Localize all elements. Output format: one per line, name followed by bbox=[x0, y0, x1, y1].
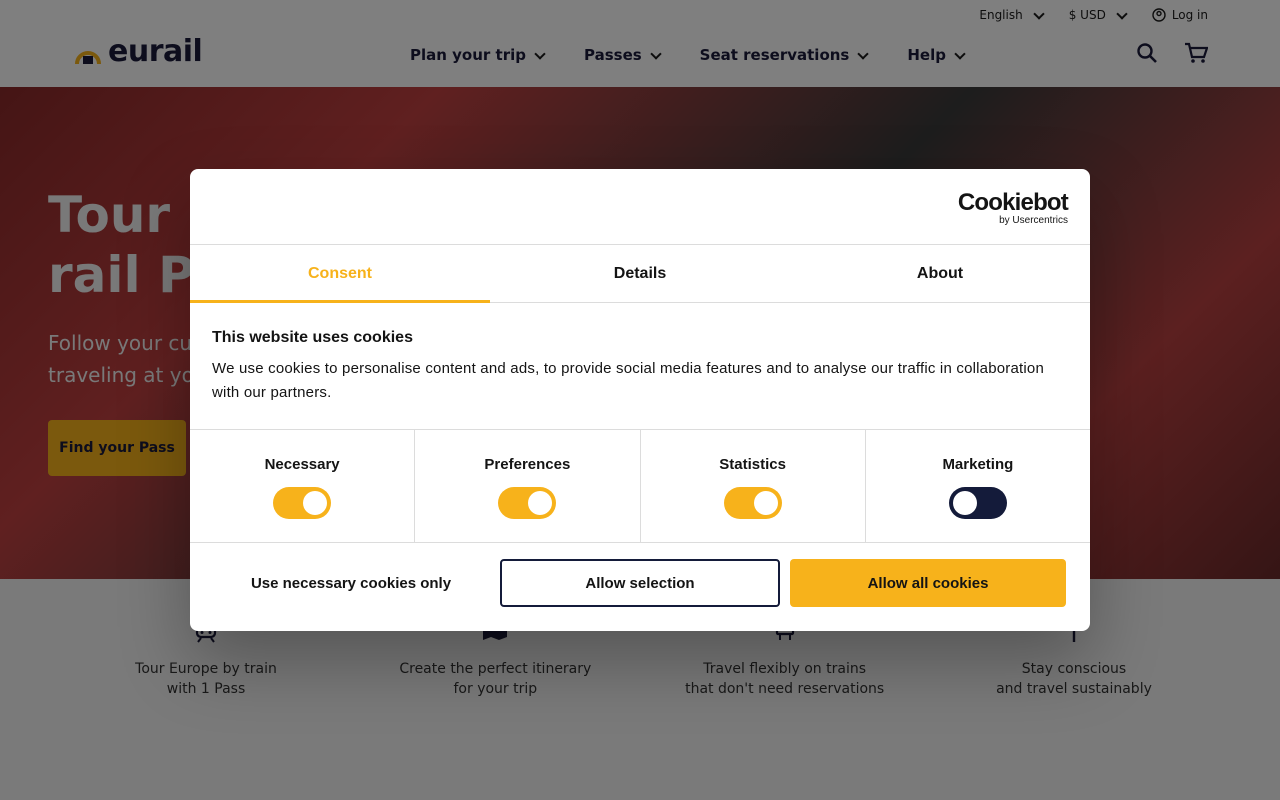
toggle-label: Marketing bbox=[942, 456, 1014, 473]
cookiebot-subtitle: by Usercentrics bbox=[999, 215, 1068, 226]
toggle-label: Preferences bbox=[484, 456, 571, 473]
dialog-header: Cookiebot by Usercentrics bbox=[190, 169, 1090, 245]
tab-details[interactable]: Details bbox=[490, 245, 790, 302]
statistics-toggle[interactable] bbox=[723, 487, 782, 519]
toggle-knob bbox=[753, 491, 778, 515]
marketing-toggle[interactable] bbox=[948, 487, 1007, 519]
allow-selection-button[interactable]: Allow selection bbox=[500, 559, 780, 607]
use-necessary-cookies-button[interactable]: Use necessary cookies only bbox=[212, 559, 490, 607]
cookie-consent-dialog: Cookiebot by Usercentrics Consent Detail… bbox=[190, 169, 1090, 631]
toggle-knob bbox=[952, 491, 977, 515]
cookie-category-toggles: Necessary Preferences Statistics Marketi… bbox=[190, 430, 1090, 543]
toggle-knob bbox=[303, 491, 328, 515]
cookiebot-logo[interactable]: Cookiebot by Usercentrics bbox=[957, 189, 1069, 226]
toggle-label: Necessary bbox=[264, 456, 340, 473]
toggle-cell-necessary: Necessary bbox=[190, 430, 416, 542]
tab-about[interactable]: About bbox=[790, 245, 1090, 302]
toggle-cell-marketing: Marketing bbox=[866, 430, 1090, 542]
dialog-description: We use cookies to personalise content an… bbox=[212, 360, 1045, 401]
necessary-toggle[interactable] bbox=[273, 487, 332, 519]
allow-all-cookies-button[interactable]: Allow all cookies bbox=[790, 559, 1066, 607]
toggle-knob bbox=[528, 491, 553, 515]
dialog-body: This website uses cookies We use cookies… bbox=[190, 303, 1090, 430]
toggle-cell-statistics: Statistics bbox=[641, 430, 866, 542]
cookiebot-brand: Cookiebot bbox=[957, 189, 1069, 216]
tab-consent[interactable]: Consent bbox=[190, 245, 490, 303]
dialog-actions: Use necessary cookies only Allow selecti… bbox=[190, 543, 1090, 607]
toggle-cell-preferences: Preferences bbox=[415, 430, 641, 542]
dialog-heading: This website uses cookies bbox=[212, 329, 413, 346]
preferences-toggle[interactable] bbox=[498, 487, 557, 519]
dialog-tabs: Consent Details About bbox=[190, 245, 1090, 303]
toggle-label: Statistics bbox=[719, 456, 786, 473]
